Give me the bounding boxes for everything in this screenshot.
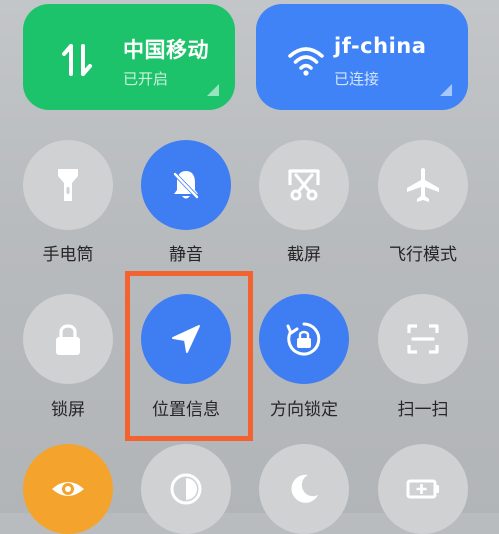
rotation-lock-icon [286, 322, 321, 356]
airplane-icon [407, 168, 439, 202]
lock-screen-label: 锁屏 [51, 400, 85, 420]
expand-corner-icon[interactable] [207, 84, 219, 96]
eye-protection-toggle[interactable] [23, 444, 113, 534]
flashlight-icon [58, 169, 78, 201]
wifi-status: 已连接 [334, 70, 380, 88]
mobile-data-status: 已开启 [123, 70, 169, 88]
bell-off-icon [172, 171, 200, 200]
rotation-lock-toggle[interactable] [259, 294, 349, 384]
mobile-carrier-name: 中国移动 [123, 38, 209, 62]
rotation-lock-label: 方向锁定 [270, 400, 338, 420]
scan-label: 扫一扫 [397, 400, 449, 420]
dark-mode-toggle[interactable] [259, 444, 349, 534]
moon-icon [291, 474, 318, 503]
airplane-toggle[interactable] [378, 140, 468, 230]
wifi-network-name: jf-china [334, 34, 427, 58]
contrast-icon [170, 473, 202, 505]
screenshot-toggle[interactable] [259, 140, 349, 230]
scissors-icon [288, 169, 320, 201]
location-highlight-box [125, 271, 253, 441]
eye-icon [52, 482, 84, 496]
scan-toggle[interactable] [378, 294, 468, 384]
lock-screen-toggle[interactable] [23, 294, 113, 384]
wifi-icon [288, 47, 324, 76]
airplane-label: 飞行模式 [389, 245, 457, 265]
expand-corner-icon[interactable] [440, 84, 452, 96]
screenshot-label: 截屏 [287, 245, 321, 265]
mobile-data-icon [62, 44, 92, 76]
battery-saver-icon [406, 479, 439, 499]
wifi-tile[interactable]: jf-china 已连接 [256, 4, 468, 110]
mute-label: 静音 [169, 245, 203, 265]
mute-toggle[interactable] [141, 140, 231, 230]
contrast-toggle[interactable] [141, 444, 231, 534]
lock-icon [56, 324, 80, 355]
scan-icon [407, 324, 439, 354]
battery-saver-toggle[interactable] [378, 444, 468, 534]
flashlight-label: 手电筒 [42, 245, 94, 265]
flashlight-toggle[interactable] [23, 140, 113, 230]
mobile-data-tile[interactable]: 中国移动 已开启 [23, 4, 235, 110]
